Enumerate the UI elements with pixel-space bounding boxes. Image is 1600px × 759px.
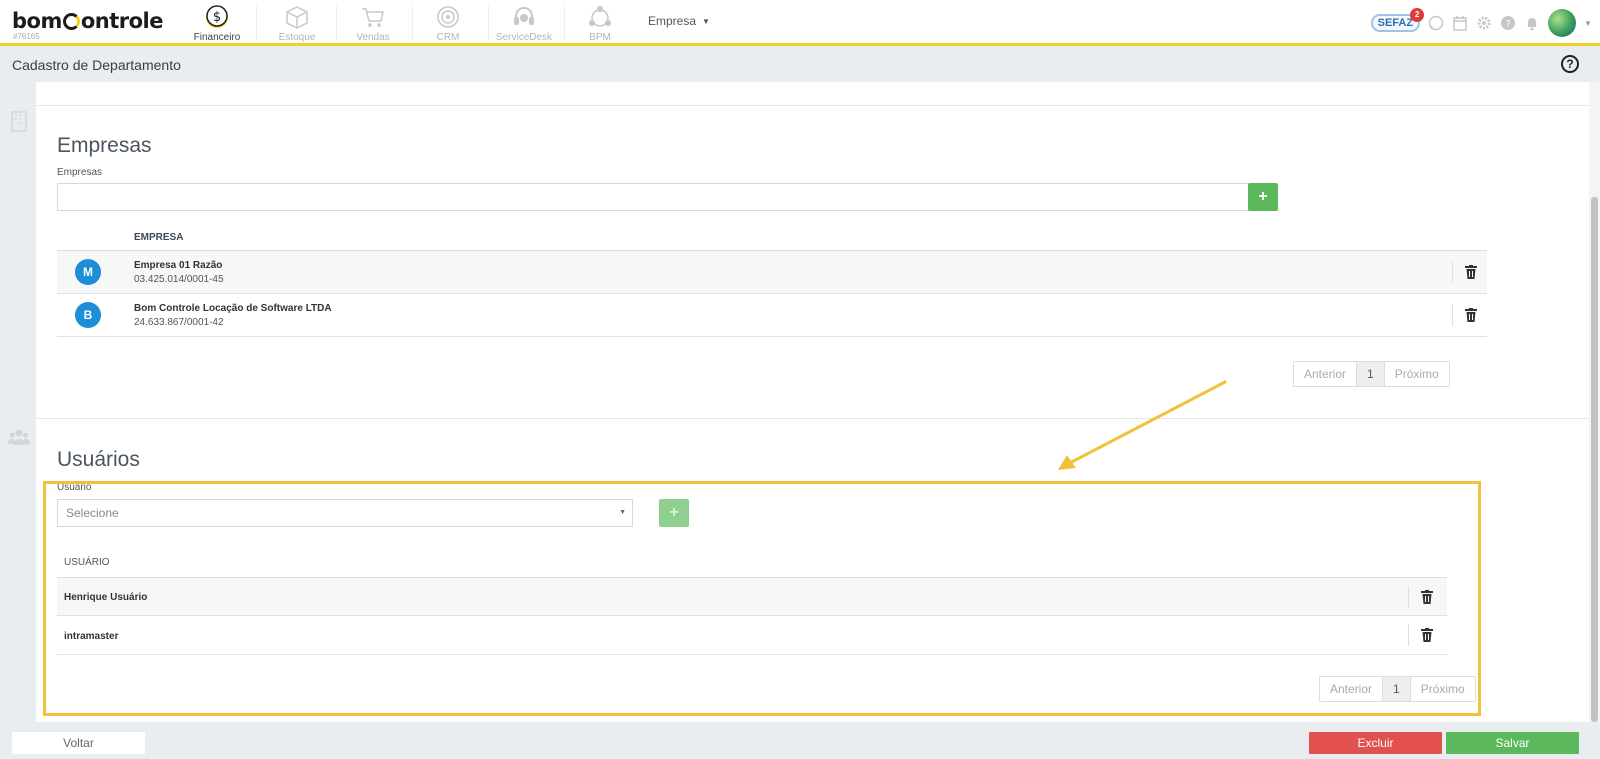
empresa-menu-label: Empresa [648, 14, 697, 28]
caret-down-icon: ▼ [619, 509, 626, 516]
add-empresa-button[interactable]: + [1248, 183, 1278, 211]
module-estoque[interactable]: Estoque [260, 2, 334, 44]
sefaz-notification-badge: 2 [1410, 8, 1425, 22]
user-name: Henrique Usuário [64, 592, 148, 603]
table-row[interactable]: Henrique Usuário [57, 578, 1447, 616]
empresas-pagination: Anterior 1 Próximo [1293, 361, 1450, 387]
empresa-menu[interactable]: Empresa ▼ [648, 14, 710, 28]
module-label: Estoque [278, 32, 316, 43]
topbar-actions: SEFAZ 2 ? ▼ [1370, 6, 1592, 40]
table-row[interactable]: M Empresa 01 Razão 03.425.014/0001-45 [57, 251, 1487, 294]
sefaz-label: SEFAZ [1377, 17, 1414, 29]
box-icon [286, 6, 308, 29]
usuario-select-placeholder: Selecione [66, 506, 119, 520]
svg-text:?: ? [1505, 19, 1510, 30]
logo-c-mark [62, 13, 80, 30]
trash-icon[interactable] [1465, 308, 1477, 322]
user-name: intramaster [64, 631, 119, 642]
back-button[interactable]: Voltar [12, 732, 145, 754]
page-title: Cadastro de Departamento [12, 57, 181, 73]
add-usuario-button[interactable]: + [659, 499, 689, 527]
whatsapp-icon[interactable] [1428, 15, 1444, 31]
module-label: CRM [436, 32, 460, 43]
module-label: BPM [589, 32, 611, 43]
pagination-next[interactable]: Próximo [1411, 677, 1475, 701]
calendar-icon[interactable] [1452, 15, 1468, 31]
page-header: Cadastro de Departamento ? [0, 49, 1600, 82]
trash-icon[interactable] [1421, 628, 1433, 642]
company-cnpj: 03.425.014/0001-45 [134, 274, 224, 285]
usuario-field-label: Usuário [57, 482, 92, 493]
user-avatar[interactable] [1548, 9, 1577, 37]
pagination-previous[interactable]: Anterior [1320, 677, 1382, 701]
company-id: #76165 [13, 32, 40, 41]
delete-button[interactable]: Excluir [1309, 732, 1442, 754]
module-vendas[interactable]: Vendas [336, 2, 410, 44]
company-avatar: M [75, 259, 101, 285]
empresas-select[interactable]: ▼ [57, 183, 1271, 211]
bell-icon[interactable] [1524, 15, 1540, 31]
trash-icon[interactable] [1421, 590, 1433, 604]
cart-icon [362, 8, 384, 27]
help-icon[interactable]: ? [1561, 55, 1579, 73]
finance-coin-icon: $ [206, 5, 228, 28]
table-row[interactable]: B Bom Controle Locação de Software LTDA … [57, 294, 1487, 337]
save-button[interactable]: Salvar [1446, 732, 1579, 754]
table-row[interactable]: intramaster [57, 616, 1447, 655]
pagination-previous[interactable]: Anterior [1294, 362, 1356, 386]
company-name: Empresa 01 Razão [134, 260, 223, 271]
left-rail [0, 82, 36, 722]
headset-icon [514, 7, 534, 25]
pagination-page[interactable]: 1 [1356, 362, 1385, 386]
caret-down-icon: ▼ [702, 17, 710, 26]
module-label: Vendas [356, 32, 390, 43]
module-bpm[interactable]: BPM [563, 2, 637, 44]
content-card: Empresas Empresas ▼ + EMPRESA M Empresa … [36, 82, 1589, 722]
company-name: Bom Controle Locação de Software LTDA [134, 303, 332, 314]
usuarios-section-title: Usuários [57, 448, 140, 471]
help-circle-icon[interactable]: ? [1500, 15, 1516, 31]
module-label: ServiceDesk [495, 32, 553, 43]
empresas-field-label: Empresas [57, 167, 103, 178]
module-financeiro[interactable]: $ Financeiro [180, 2, 254, 44]
sefaz-button[interactable]: SEFAZ 2 [1370, 8, 1425, 32]
scrollbar-thumb[interactable] [1591, 197, 1598, 722]
building-icon [11, 111, 27, 132]
pagination-next[interactable]: Próximo [1385, 362, 1449, 386]
usuario-column-header: USUÁRIO [64, 557, 110, 568]
gear-icon[interactable] [1476, 15, 1492, 31]
footer-bar: Voltar Excluir Salvar [0, 722, 1600, 759]
module-crm[interactable]: CRM [411, 2, 485, 44]
target-icon [437, 6, 459, 28]
svg-text:$: $ [213, 10, 221, 25]
module-servicedesk[interactable]: ServiceDesk [487, 2, 561, 44]
company-cnpj: 24.633.867/0001-42 [134, 317, 224, 328]
empresas-section-title: Empresas [57, 134, 152, 157]
top-navbar: bom ontrole #76165 $ Financeiro Estoque V… [0, 0, 1600, 46]
scrollbar[interactable] [1589, 82, 1600, 722]
usuario-select[interactable]: Selecione ▼ [57, 499, 633, 527]
trash-icon[interactable] [1465, 265, 1477, 279]
chevron-down-icon[interactable]: ▼ [1584, 19, 1592, 28]
users-group-icon [8, 429, 30, 445]
empresa-column-header: EMPRESA [134, 232, 184, 243]
pagination-page[interactable]: 1 [1382, 677, 1411, 701]
module-label: Financeiro [193, 32, 241, 43]
bpm-cycle-icon [589, 6, 611, 27]
usuarios-pagination: Anterior 1 Próximo [1319, 676, 1476, 702]
company-avatar: B [75, 302, 101, 328]
brand-logo[interactable]: bom ontrole [12, 9, 163, 33]
